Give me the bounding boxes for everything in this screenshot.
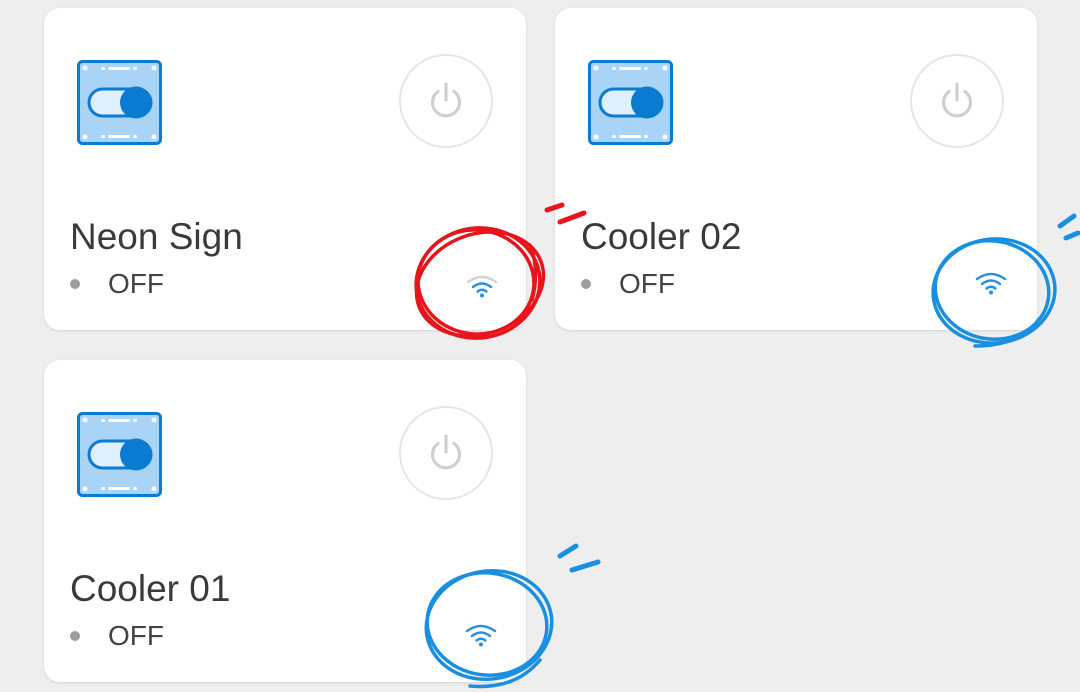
status-dot	[581, 279, 591, 289]
status-text: OFF	[619, 268, 675, 299]
wifi-icon	[975, 272, 1007, 295]
power-icon	[430, 434, 462, 470]
status-row: OFF	[70, 268, 164, 300]
status-row: OFF	[581, 268, 675, 300]
switch-icon	[77, 412, 162, 497]
device-card-cooler-01[interactable]: Cooler 01 OFF	[44, 360, 526, 682]
status-text: OFF	[108, 620, 164, 651]
switch-icon	[588, 60, 673, 145]
wifi-icon	[466, 275, 498, 298]
power-button[interactable]	[399, 406, 493, 500]
status-text: OFF	[108, 268, 164, 299]
status-row: OFF	[70, 620, 164, 652]
power-button[interactable]	[910, 54, 1004, 148]
power-icon	[430, 82, 462, 118]
device-name: Cooler 01	[70, 568, 231, 609]
device-card-cooler-02[interactable]: Cooler 02 OFF	[555, 8, 1037, 330]
status-dot	[70, 279, 80, 289]
blue-tick-marks-cooler-02	[1057, 213, 1080, 241]
status-dot	[70, 631, 80, 641]
power-icon	[941, 82, 973, 118]
blue-tick-marks-cooler-01	[557, 543, 601, 573]
power-button[interactable]	[399, 54, 493, 148]
device-name: Cooler 02	[581, 216, 742, 257]
device-card-neon-sign[interactable]: Neon Sign OFF	[44, 8, 526, 330]
wifi-icon	[465, 624, 497, 647]
switch-icon	[77, 60, 162, 145]
device-name: Neon Sign	[70, 216, 243, 257]
